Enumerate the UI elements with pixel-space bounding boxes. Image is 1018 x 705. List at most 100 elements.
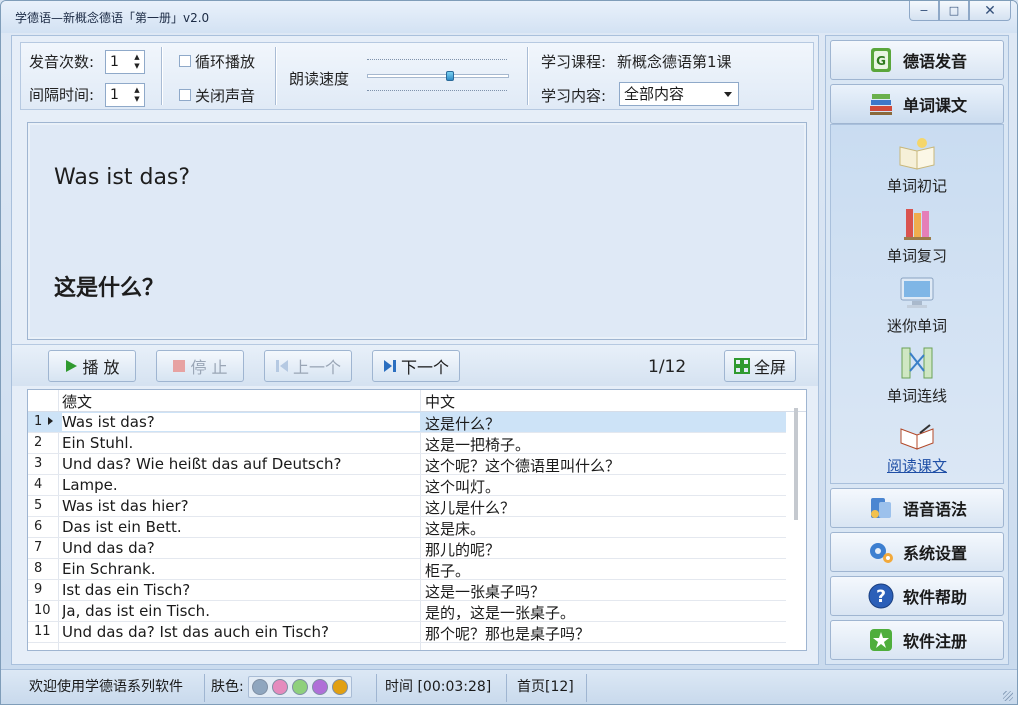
sentence-table: 德文 中文 1 Was ist das? 这是什么？ 2 Ein Stuhl. 这是一把椅… xyxy=(27,389,807,651)
nav-settings-label: 系统设置 xyxy=(902,544,967,563)
header-chinese[interactable]: 中文 xyxy=(425,391,455,412)
stop-label: 停 止 xyxy=(190,358,228,377)
book-icon: G xyxy=(870,48,891,72)
row-number: 9 xyxy=(34,582,43,597)
speed-label: 朗读速度 xyxy=(289,70,350,88)
minimize-button[interactable]: − xyxy=(909,1,939,21)
table-scrollbar[interactable] xyxy=(790,408,802,650)
header-german[interactable]: 德文 xyxy=(62,391,92,412)
cell-german: Und das da? Ist das auch ein Tisch? xyxy=(62,623,329,641)
cell-german: Und das da? xyxy=(62,539,155,557)
nav-register-label: 软件注册 xyxy=(902,632,967,651)
fullscreen-icon xyxy=(733,358,750,374)
stepper-arrows-icon[interactable]: ▲ ▼ xyxy=(132,86,142,104)
repeat-value: 1 xyxy=(110,54,119,70)
next-button[interactable]: 下一个 xyxy=(372,350,460,382)
right-nav: G 德语发音 单词课文 单词初记 单词复习 迷你单词 单词连线 阅读课文 语音语… xyxy=(825,35,1009,665)
skin-swatch[interactable] xyxy=(292,679,309,695)
speed-slider-thumb[interactable] xyxy=(446,71,454,81)
sub-word-match[interactable]: 单词连线 xyxy=(831,345,1003,406)
scrollbar-thumb[interactable] xyxy=(794,408,798,520)
sub-mini-words[interactable]: 迷你单词 xyxy=(831,275,1003,336)
cell-chinese: 那儿的呢？ xyxy=(425,541,501,559)
skin-swatch[interactable] xyxy=(272,679,289,695)
table-row[interactable]: 8 Ein Schrank. 柜子。 xyxy=(28,559,786,580)
mute-checkbox[interactable] xyxy=(179,89,191,101)
sub-word-first[interactable]: 单词初记 xyxy=(831,135,1003,196)
title-bar: 学德语—新概念德语「第一册」v2.0 − □ ✕ xyxy=(1,1,1017,33)
window-title: 学德语—新概念德语「第一册」v2.0 xyxy=(15,11,210,25)
german-sentence: Was ist das? xyxy=(54,165,191,190)
table-row[interactable]: 9 Ist das ein Tisch? 这是一张桌子吗？ xyxy=(28,580,786,601)
sub-read-text[interactable]: 阅读课文 xyxy=(831,415,1003,476)
fullscreen-button[interactable]: 全屏 xyxy=(724,350,796,382)
resize-grip-icon[interactable] xyxy=(1003,691,1013,701)
stepper-arrows-icon[interactable]: ▲ ▼ xyxy=(132,53,142,71)
play-icon xyxy=(66,360,78,372)
sub-word-review-label: 单词复习 xyxy=(886,247,947,265)
nav-words-text[interactable]: 单词课文 xyxy=(830,84,1004,124)
nav-help-label: 软件帮助 xyxy=(902,588,967,607)
nav-words-text-label: 单词课文 xyxy=(902,96,967,115)
table-row[interactable]: 10 Ja, das ist ein Tisch. 是的，这是一张桌子。 xyxy=(28,601,786,622)
grammar-book-icon xyxy=(870,498,891,518)
window-buttons: − □ ✕ xyxy=(909,1,1011,21)
cell-german: Ein Stuhl. xyxy=(62,434,134,452)
prev-label: 上一个 xyxy=(292,358,341,377)
interval-stepper[interactable]: 1 ▲ ▼ xyxy=(105,83,145,107)
svg-text:G: G xyxy=(876,54,886,68)
cell-chinese: 这儿是什么？ xyxy=(425,499,516,517)
cell-german: Was ist das hier? xyxy=(62,497,189,515)
cell-chinese: 这个叫灯。 xyxy=(425,478,501,496)
table-row[interactable]: 11 Und das da? Ist das auch ein Tisch? 那个呢… xyxy=(28,622,786,643)
table-row[interactable]: 1 Was ist das? 这是什么？ xyxy=(28,412,786,433)
content-select[interactable]: 全部内容 xyxy=(619,82,739,106)
row-number: 3 xyxy=(34,456,43,471)
repeat-stepper[interactable]: 1 ▲ ▼ xyxy=(105,50,145,74)
status-bar: 欢迎使用学德语系列软件 肤色: 时间 [00:03:28] 首页[12] xyxy=(1,669,1017,704)
nav-settings[interactable]: 系统设置 xyxy=(830,532,1004,572)
content-label: 学习内容: xyxy=(541,87,607,105)
close-button[interactable]: ✕ xyxy=(969,1,1011,21)
cell-german: Ja, das ist ein Tisch. xyxy=(62,602,210,620)
nav-register[interactable]: 软件注册 xyxy=(830,620,1004,660)
nav-pronunciation[interactable]: G 德语发音 xyxy=(830,40,1004,80)
interval-value: 1 xyxy=(110,87,119,103)
chevron-down-icon[interactable] xyxy=(724,92,732,97)
sub-word-first-label: 单词初记 xyxy=(886,177,947,195)
skin-swatch[interactable] xyxy=(312,679,329,695)
book-stack-icon xyxy=(904,209,931,240)
cell-german: Und das? Wie heißt das auf Deutsch? xyxy=(62,455,342,473)
control-bar: 发音次数: 1 ▲ ▼ 间隔时间: 1 ▲ ▼ 循环播放 关闭声音 朗读速度 学… xyxy=(20,42,814,110)
skin-swatches xyxy=(248,676,353,698)
sub-mini-words-label: 迷你单词 xyxy=(886,317,947,335)
gear-icon xyxy=(869,543,893,563)
play-button[interactable]: 播 放 xyxy=(48,350,136,382)
sub-word-review[interactable]: 单词复习 xyxy=(831,205,1003,266)
loop-checkbox[interactable] xyxy=(179,55,191,67)
table-row[interactable]: 4 Lampe. 这个叫灯。 xyxy=(28,475,786,496)
maximize-button[interactable]: □ xyxy=(939,1,969,21)
prev-button[interactable]: 上一个 xyxy=(264,350,352,382)
words-subpanel: 单词初记 单词复习 迷你单词 单词连线 阅读课文 xyxy=(830,124,1004,484)
table-row[interactable]: 5 Was ist das hier? 这儿是什么？ xyxy=(28,496,786,517)
nav-grammar[interactable]: 语音语法 xyxy=(830,488,1004,528)
table-row[interactable]: 7 Und das da? 那儿的呢？ xyxy=(28,538,786,559)
table-row[interactable]: 6 Das ist ein Bett. 这是床。 xyxy=(28,517,786,538)
row-number: 5 xyxy=(34,498,43,513)
svg-text:?: ? xyxy=(876,587,886,607)
skin-swatch[interactable] xyxy=(252,679,269,695)
nav-grammar-label: 语音语法 xyxy=(902,500,967,519)
cell-german: Ein Schrank. xyxy=(62,560,156,578)
row-number: 1 xyxy=(34,414,43,429)
nav-help[interactable]: ? 软件帮助 xyxy=(830,576,1004,616)
cell-chinese: 这是一把椅子。 xyxy=(425,436,531,454)
table-row[interactable]: 2 Ein Stuhl. 这是一把椅子。 xyxy=(28,433,786,454)
skin-swatch[interactable] xyxy=(332,679,349,695)
loop-label: 循环播放 xyxy=(195,53,256,71)
stop-button[interactable]: 停 止 xyxy=(156,350,244,382)
table-row[interactable]: 3 Und das? Wie heißt das auf Deutsch? 这个呢？… xyxy=(28,454,786,475)
sub-read-text-label: 阅读课文 xyxy=(886,457,947,475)
help-icon: ? xyxy=(868,583,894,609)
speed-slider[interactable] xyxy=(367,71,509,81)
